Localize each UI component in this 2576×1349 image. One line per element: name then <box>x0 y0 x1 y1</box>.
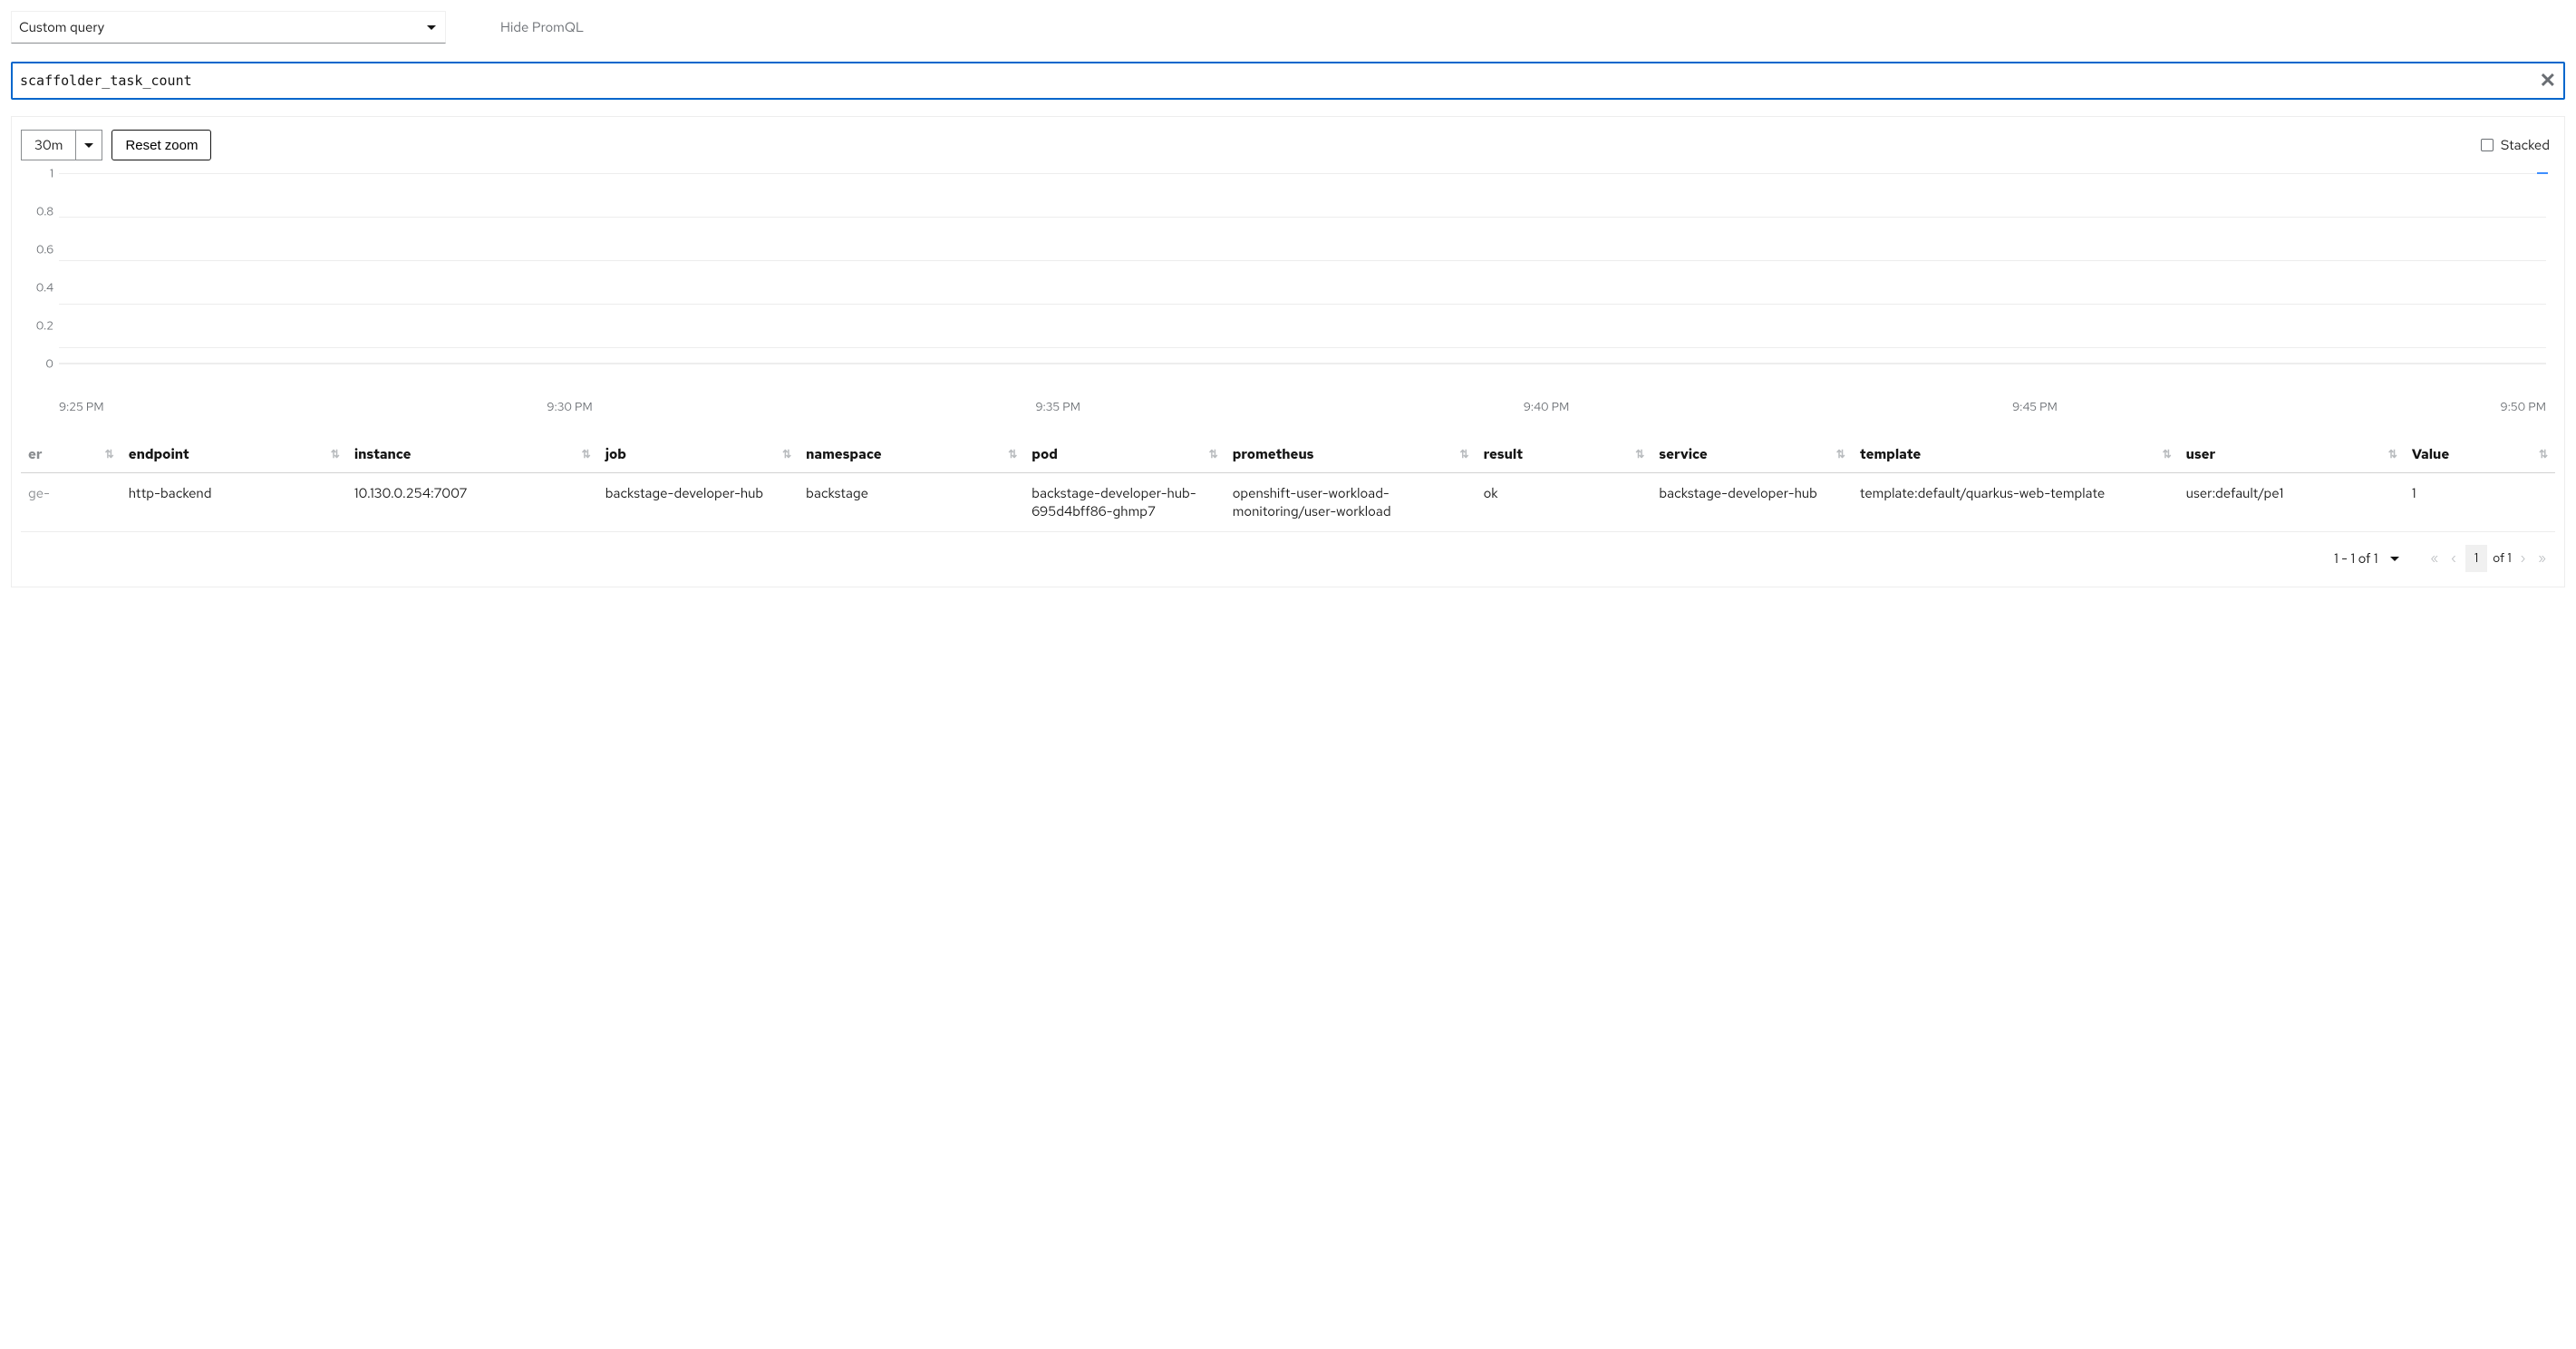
time-range-caret <box>75 130 102 160</box>
chevron-down-icon <box>84 143 93 148</box>
cell: backstage-developer-hub <box>598 473 799 532</box>
query-type-label: Custom query <box>19 18 104 36</box>
sort-icon: ⇅ <box>1836 451 1845 457</box>
hide-promql-link[interactable]: Hide PromQL <box>500 18 584 36</box>
cell: backstage-developer-hub-695d4bff86-ghmp7 <box>1024 473 1225 532</box>
first-page-button[interactable]: « <box>2426 547 2442 570</box>
y-tick: 0.6 <box>36 242 53 257</box>
next-page-button[interactable]: › <box>2517 547 2530 570</box>
cell: ok <box>1477 473 1652 532</box>
y-tick: 1 <box>50 166 53 181</box>
x-tick: 9:45 PM <box>2012 399 2058 414</box>
cell: openshift-user-workload-monitoring/user-… <box>1225 473 1477 532</box>
y-tick: 0.2 <box>36 318 53 334</box>
cell: http-backend <box>121 473 347 532</box>
cell: backstage <box>799 473 1024 532</box>
clear-icon[interactable]: ✕ <box>2540 71 2556 91</box>
sort-icon: ⇅ <box>1460 451 1469 457</box>
column-header[interactable]: prometheus⇅ <box>1225 436 1477 473</box>
sort-icon: ⇅ <box>105 451 114 457</box>
sort-icon: ⇅ <box>331 451 340 457</box>
column-header[interactable]: instance⇅ <box>347 436 598 473</box>
column-header[interactable]: namespace⇅ <box>799 436 1024 473</box>
column-header[interactable]: endpoint⇅ <box>121 436 347 473</box>
time-range-value: 30m <box>21 130 75 160</box>
chart-card: 30m Reset zoom Stacked 1 0.8 0.6 0.4 0.2… <box>11 116 2565 587</box>
chart-plot-area: 1 0.8 0.6 0.4 0.2 0 9:25 PM 9:30 PM 9:35… <box>59 173 2546 391</box>
column-header[interactable]: pod⇅ <box>1024 436 1225 473</box>
pagination: 1 - 1 of 1 « ‹ 1 of 1 › » <box>21 532 2555 576</box>
column-header[interactable]: Value⇅ <box>2405 436 2555 473</box>
pagination-range: 1 - 1 of 1 <box>2334 549 2377 568</box>
y-tick: 0.4 <box>36 280 53 296</box>
page-total: of 1 <box>2493 550 2511 567</box>
y-axis: 1 0.8 0.6 0.4 0.2 0 <box>21 173 59 364</box>
sort-icon: ⇅ <box>2539 451 2548 457</box>
sort-icon: ⇅ <box>1209 451 1218 457</box>
column-header[interactable]: template⇅ <box>1853 436 2179 473</box>
query-input-wrap: ✕ <box>11 62 2565 100</box>
sort-icon: ⇅ <box>1635 451 1644 457</box>
column-header[interactable]: result⇅ <box>1477 436 1652 473</box>
promql-query-input[interactable] <box>20 63 2540 98</box>
stacked-label: Stacked <box>2501 136 2550 154</box>
sort-icon: ⇅ <box>2163 451 2172 457</box>
cell: 10.130.0.254:7007 <box>347 473 598 532</box>
query-type-select[interactable]: Custom query <box>11 11 446 44</box>
cell: 1 <box>2405 473 2555 532</box>
last-page-button[interactable]: » <box>2534 547 2550 570</box>
sort-icon: ⇅ <box>1008 451 1017 457</box>
x-axis: 9:25 PM 9:30 PM 9:35 PM 9:40 PM 9:45 PM … <box>59 399 2546 414</box>
reset-zoom-button[interactable]: Reset zoom <box>111 130 211 160</box>
stacked-toggle[interactable]: Stacked <box>2481 136 2555 154</box>
column-header[interactable]: user⇅ <box>2179 436 2405 473</box>
column-header[interactable]: job⇅ <box>598 436 799 473</box>
sort-icon: ⇅ <box>582 451 591 457</box>
checkbox-icon <box>2481 139 2494 151</box>
cell: user:default/pe1 <box>2179 473 2405 532</box>
cell: template:default/quarkus-web-template <box>1853 473 2179 532</box>
cell: ge- <box>21 473 121 532</box>
series-line <box>2537 172 2548 174</box>
table-header-row: er⇅ endpoint⇅ instance⇅ job⇅ namespace⇅ … <box>21 436 2555 473</box>
column-header[interactable]: service⇅ <box>1651 436 1852 473</box>
chevron-down-icon[interactable] <box>2390 557 2399 561</box>
results-table: er⇅ endpoint⇅ instance⇅ job⇅ namespace⇅ … <box>21 436 2555 532</box>
chevron-down-icon <box>427 25 436 30</box>
table-row: ge- http-backend 10.130.0.254:7007 backs… <box>21 473 2555 532</box>
prev-page-button[interactable]: ‹ <box>2447 547 2460 570</box>
time-range-select[interactable]: 30m <box>21 130 102 160</box>
cell: backstage-developer-hub <box>1651 473 1852 532</box>
sort-icon: ⇅ <box>782 451 791 457</box>
results-table-wrap: er⇅ endpoint⇅ instance⇅ job⇅ namespace⇅ … <box>21 436 2555 532</box>
x-tick: 9:50 PM <box>2501 399 2546 414</box>
y-tick: 0 <box>45 356 53 372</box>
current-page[interactable]: 1 <box>2465 545 2487 572</box>
x-tick: 9:40 PM <box>1524 399 1570 414</box>
x-tick: 9:25 PM <box>59 399 104 414</box>
y-tick: 0.8 <box>36 204 53 219</box>
x-tick: 9:35 PM <box>1035 399 1080 414</box>
column-header[interactable]: er⇅ <box>21 436 121 473</box>
sort-icon: ⇅ <box>2388 451 2397 457</box>
x-tick: 9:30 PM <box>547 399 592 414</box>
